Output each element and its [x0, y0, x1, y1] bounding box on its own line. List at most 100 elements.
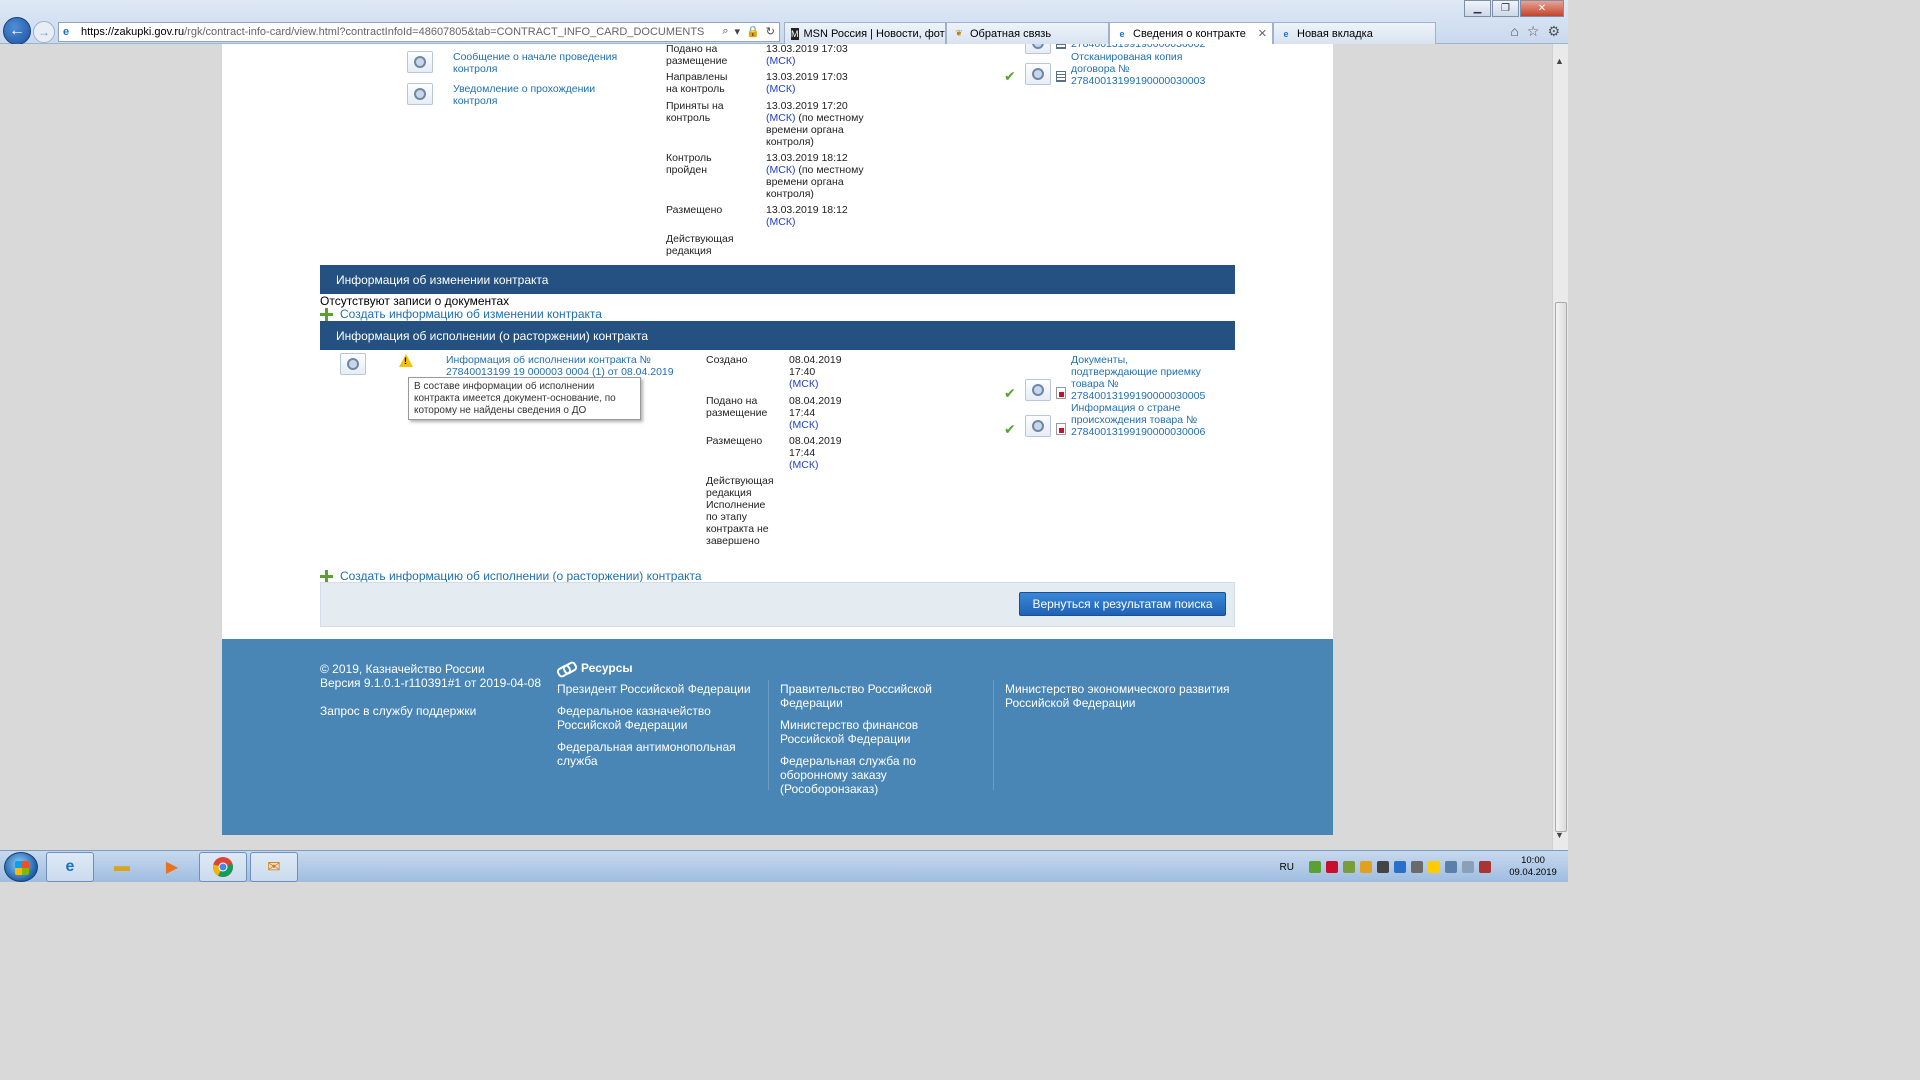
timezone-link[interactable]: (МСК)	[766, 83, 795, 95]
status-label: Размещено	[666, 204, 723, 216]
tab-msn[interactable]: M MSN Россия | Новости, фото,...	[784, 22, 946, 44]
tab-feedback[interactable]: ❦ Обратная связь	[946, 22, 1109, 44]
app-tray-icon[interactable]	[1428, 861, 1440, 873]
timezone-link[interactable]: (МСК)	[789, 419, 818, 431]
restore-button[interactable]: ❐	[1492, 0, 1519, 17]
certificate-button[interactable]	[1025, 379, 1051, 401]
footer-link[interactable]: Федеральная антимонопольная служба	[557, 740, 737, 768]
scan-document-icon	[1056, 71, 1066, 82]
start-button[interactable]	[4, 852, 38, 882]
support-link[interactable]: Запрос в службу поддержки	[320, 704, 476, 718]
vertical-scrollbar[interactable]: ▲ ▼	[1552, 44, 1568, 850]
footer-link[interactable]: Правительство Российской Федерации	[780, 682, 940, 710]
status-value: 13.03.2019 17:03 (МСК)	[766, 44, 866, 67]
settings-gear-icon[interactable]: ⚙	[1547, 23, 1560, 40]
search-icon[interactable]: ⌕	[722, 25, 728, 38]
certificate-button[interactable]	[340, 353, 366, 375]
favorites-star-icon[interactable]: ☆	[1527, 23, 1540, 40]
return-to-results-button[interactable]: Вернуться к результатам поиска	[1019, 592, 1226, 616]
tab-label: Сведения о контракте	[1133, 28, 1246, 40]
system-clock[interactable]: 10:00 09.04.2019	[1506, 855, 1560, 879]
link-label: Создать информацию об изменении контракт…	[340, 307, 602, 321]
status-label: Контроль пройден	[666, 152, 712, 176]
timezone-link[interactable]: (МСК)	[766, 164, 795, 176]
back-button[interactable]: ←	[3, 17, 31, 45]
attachment-link[interactable]: Документы, подтверждающие приемку товара…	[1071, 354, 1211, 402]
tab-close-icon[interactable]: ✕	[1258, 27, 1267, 40]
file-explorer-taskbar-icon[interactable]: ▬	[98, 852, 146, 882]
outlook-taskbar-icon[interactable]: ✉	[250, 852, 298, 882]
doc-link-control-passed[interactable]: Уведомление о прохождении контроля	[453, 83, 603, 107]
keyboard-tray-icon[interactable]	[1377, 861, 1389, 873]
resources-title: Ресурсы	[581, 661, 633, 675]
attachment-link[interactable]: Информация о стране происхождения товара…	[1071, 402, 1211, 438]
status-label: Направлены на контроль	[666, 71, 728, 95]
dropdown-icon[interactable]: ▾	[735, 25, 741, 38]
scroll-thumb[interactable]	[1555, 302, 1567, 832]
home-icon[interactable]: ⌂	[1510, 23, 1518, 40]
app-tray-icon[interactable]	[1343, 861, 1355, 873]
status-time: 17:40	[789, 366, 816, 378]
minimize-button[interactable]: ▁	[1464, 0, 1491, 17]
certificate-icon	[414, 88, 426, 100]
msn-favicon-icon: M	[791, 27, 799, 40]
attachment-link[interactable]: Отсканированая копия договора № 27840013…	[1071, 51, 1211, 87]
certificate-button[interactable]	[1025, 63, 1051, 85]
version-text: Версия 9.1.0.1-r110391#1 от 2019-04-08	[320, 676, 542, 690]
chrome-taskbar-icon[interactable]	[199, 852, 247, 882]
internet-explorer-taskbar-icon[interactable]: e	[46, 852, 94, 882]
footer-link[interactable]: Министерство экономического развития Рос…	[1005, 682, 1230, 710]
current-edition-text: Действующая редакция Исполнение по этапу…	[706, 475, 774, 547]
timezone-link[interactable]: (МСК)	[789, 459, 818, 471]
timezone-link[interactable]: (МСК)	[789, 378, 818, 390]
warning-tooltip: В составе информации об исполнении контр…	[408, 377, 641, 420]
status-value: 13.03.2019 18:12 (МСК) (по местному време…	[766, 152, 866, 200]
forward-button[interactable]: →	[33, 21, 55, 43]
execution-doc-link[interactable]: Информация об исполнении контракта № 278…	[446, 354, 676, 378]
certificate-button[interactable]	[407, 83, 433, 105]
footer-link[interactable]: Министерство финансов Российской Федерац…	[780, 718, 980, 746]
copyright-text: © 2019, Казначейство России	[320, 662, 485, 676]
certificate-button[interactable]	[407, 51, 433, 73]
refresh-icon[interactable]: ↻	[766, 25, 775, 38]
warning-icon[interactable]: !	[399, 354, 413, 367]
lock-icon[interactable]: 🔒	[746, 25, 760, 38]
tab-new[interactable]: e Новая вкладка	[1273, 22, 1436, 44]
tab-contract-info[interactable]: e Сведения о контракте ✕	[1109, 22, 1273, 45]
status-date: 13.03.2019 17:03	[766, 71, 848, 83]
create-change-info-link[interactable]: Создать информацию об изменении контракт…	[320, 307, 602, 321]
link-chain-icon	[557, 663, 575, 674]
app-tray-icon[interactable]	[1411, 861, 1423, 873]
resources-heading: Ресурсы	[557, 661, 633, 675]
attachment-link[interactable]: 27840013199190000030002	[1071, 44, 1216, 50]
language-indicator[interactable]: RU	[1280, 862, 1294, 873]
chrome-logo-icon	[212, 857, 233, 877]
flag-tray-icon[interactable]	[1445, 861, 1457, 873]
create-execution-info-link[interactable]: Создать информацию об исполнении (о раст…	[320, 569, 702, 583]
timezone-link[interactable]: (МСК)	[766, 55, 795, 67]
emblem-favicon-icon: ❦	[955, 28, 963, 38]
footer-link[interactable]: Федеральное казначейство Российской Феде…	[557, 704, 727, 732]
timezone-link[interactable]: (МСК)	[766, 112, 795, 124]
doc-link-control-start[interactable]: Сообщение о начале проведения контроля	[453, 51, 618, 75]
certificate-icon	[1032, 44, 1044, 49]
scroll-up-arrow-icon[interactable]: ▲	[1555, 56, 1564, 66]
browser-toolbar-icons: ⌂ ☆ ⚙	[1510, 23, 1560, 40]
app-tray-icon[interactable]	[1360, 861, 1372, 873]
security-tray-icon[interactable]	[1309, 861, 1321, 873]
address-bar[interactable]: e https://zakupki.gov.ru/rgk/contract-in…	[58, 22, 780, 42]
bluetooth-tray-icon[interactable]	[1394, 861, 1406, 873]
certificate-button[interactable]	[1025, 44, 1051, 54]
timezone-link[interactable]: (МСК)	[766, 216, 795, 228]
certificate-button[interactable]	[1025, 415, 1051, 437]
footer-link[interactable]: Федеральная служба по оборонному заказу …	[780, 754, 985, 796]
footer-link[interactable]: Президент Российской Федерации	[557, 682, 757, 696]
volume-muted-tray-icon[interactable]	[1479, 861, 1491, 873]
network-tray-icon[interactable]	[1462, 861, 1474, 873]
antivirus-tray-icon[interactable]	[1326, 861, 1338, 873]
media-player-taskbar-icon[interactable]: ▶	[148, 852, 196, 882]
status-time: 17:44	[789, 447, 816, 459]
scroll-down-arrow-icon[interactable]: ▼	[1555, 830, 1564, 840]
close-window-button[interactable]: ✕	[1520, 0, 1564, 17]
ie-favicon-icon: e	[1119, 29, 1125, 39]
